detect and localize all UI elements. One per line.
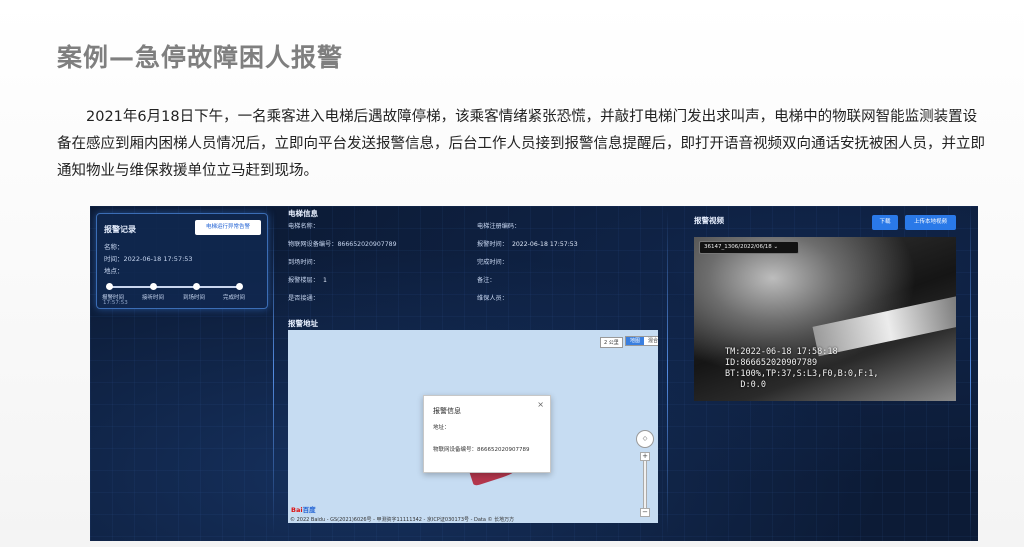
timeline-label-complete: 完成时间: [223, 295, 246, 301]
baidu-logo-text: Bai: [291, 506, 303, 514]
map-pan-icon[interactable]: ◇: [636, 430, 654, 448]
info-device-id: 物联网设备编号：866652020907789: [288, 239, 397, 248]
alarm-video-title: 报警视频: [694, 216, 724, 225]
popup-device-row: 物联网设备编号：866652020907789: [433, 445, 530, 453]
info-label: 物联网设备编号：: [288, 241, 338, 248]
timeline-label-arrive: 到场时间: [183, 295, 206, 301]
alarm-info-popup: 报警信息 × 地址： 物联网设备编号：866652020907789: [423, 395, 551, 473]
timeline-dot-alarm: [106, 283, 113, 290]
slide-paragraph: 2021年6月18日下午，一名乘客进入电梯后遇故障停梯，该乘客情绪紧张恐慌，并敲…: [57, 109, 985, 179]
info-label: 备注：: [477, 277, 496, 284]
popup-close-icon[interactable]: ×: [537, 400, 544, 409]
info-alarm-floor: 报警楼层： 1: [288, 275, 327, 284]
info-alarm-time: 报警时间： 2022-06-18 17:57:53: [477, 239, 578, 248]
info-value: 1: [322, 277, 327, 284]
popup-title: 报警信息: [433, 407, 461, 415]
timeline-dot-answer: [150, 283, 157, 290]
alarm-record-card: 报警记录 电梯运行异常告警 名称： 时间：2022-06-18 17:57:53…: [96, 213, 268, 309]
map-type-switch: 地图 混合: [625, 336, 658, 346]
info-value: 2022-06-18 17:57:53: [511, 241, 578, 248]
popup-address-label: 地址：: [433, 425, 450, 431]
alarm-address-title: 报警地址: [288, 319, 318, 328]
popup-device-value: 866652020907789: [477, 447, 530, 453]
video-file-select[interactable]: 36147_1306/2022/06/18 ⌄: [699, 241, 799, 254]
divider-left: [273, 210, 274, 535]
chevron-down-icon: ⌄: [773, 244, 779, 250]
divider-right: [970, 210, 971, 535]
info-register-code: 电梯注册编码：: [477, 221, 524, 230]
map-zoom-in-button[interactable]: +: [640, 452, 650, 461]
info-label: 维保人员：: [477, 295, 508, 302]
info-elevator-name: 电梯名称：: [288, 221, 323, 230]
map-type-hybrid[interactable]: 混合: [644, 337, 658, 345]
alarm-time-value: 2022-06-18 17:57:53: [123, 255, 193, 263]
alarm-time-row: 时间：2022-06-18 17:57:53: [104, 253, 193, 263]
map-type-map[interactable]: 地图: [626, 337, 644, 345]
baidu-logo: Bai百度: [291, 504, 316, 514]
alarm-time-label: 时间：: [104, 255, 124, 263]
monitoring-screenshot: 报警记录 电梯运行异常告警 名称： 时间：2022-06-18 17:57:53…: [90, 206, 978, 541]
alarm-timeline: [109, 286, 241, 288]
info-label: 报警楼层：: [288, 277, 319, 284]
info-maintenance-staff: 维保人员：: [477, 293, 512, 302]
info-label: 报警时间：: [477, 241, 508, 248]
elevator-info-title: 电梯信息: [288, 209, 318, 218]
timeline-alarm-time: 17:57:53: [103, 300, 128, 306]
alarm-name-label: 名称：: [104, 243, 124, 251]
divider-middle: [667, 210, 668, 535]
map-zoom-out-button[interactable]: −: [640, 508, 650, 517]
video-osd-overlay: TM:2022-06-18 17:58:18 ID:86665202090778…: [725, 347, 879, 390]
slide: 案例—急停故障困人报警 2021年6月18日下午，一名乘客进入电梯后遇故障停梯，…: [0, 0, 1024, 547]
elevator-abnormal-alert-button[interactable]: 电梯运行异常告警: [195, 220, 261, 235]
video-file-select-value: 36147_1306/2022/06/18: [704, 244, 772, 250]
info-label: 是否接通：: [288, 295, 319, 302]
info-label: 到场时间：: [288, 259, 319, 266]
map-zoom-slider[interactable]: [643, 452, 647, 514]
info-value: 866652020907789: [337, 241, 397, 248]
alarm-location-label: 地点：: [104, 267, 124, 275]
timeline-label-answer: 接听时间: [142, 295, 165, 301]
info-complete-time: 完成时间：: [477, 257, 512, 266]
popup-device-label: 物联网设备编号：: [433, 447, 478, 453]
alarm-video-player[interactable]: 36147_1306/2022/06/18 ⌄ TM:2022-06-18 17…: [694, 237, 956, 401]
info-label: 电梯名称：: [288, 223, 319, 230]
alarm-map[interactable]: 2 公里 地图 混合 报警信息 × 地址： 物联网设备编号：86665202090…: [288, 330, 658, 523]
baidu-logo-tail: 百度: [302, 506, 316, 514]
upload-local-video-button[interactable]: 上传本地视频: [905, 215, 956, 230]
info-connected: 是否接通：: [288, 293, 323, 302]
alarm-record-title: 报警记录: [104, 225, 136, 234]
timeline-dot-arrive: [193, 283, 200, 290]
map-copyright: © 2022 Baidu - GS(2021)6026号 - 甲测资字11111…: [290, 517, 515, 523]
info-label: 完成时间：: [477, 259, 508, 266]
info-arrive-time: 到场时间：: [288, 257, 323, 266]
map-scale: 2 公里: [600, 337, 623, 348]
download-button[interactable]: 下载: [872, 215, 898, 230]
map-zoom-control: ◇ + −: [636, 430, 654, 518]
timeline-dot-complete: [236, 283, 243, 290]
info-remark: 备注：: [477, 275, 500, 284]
slide-title: 案例—急停故障困人报警: [57, 43, 344, 72]
info-label: 电梯注册编码：: [477, 223, 521, 230]
